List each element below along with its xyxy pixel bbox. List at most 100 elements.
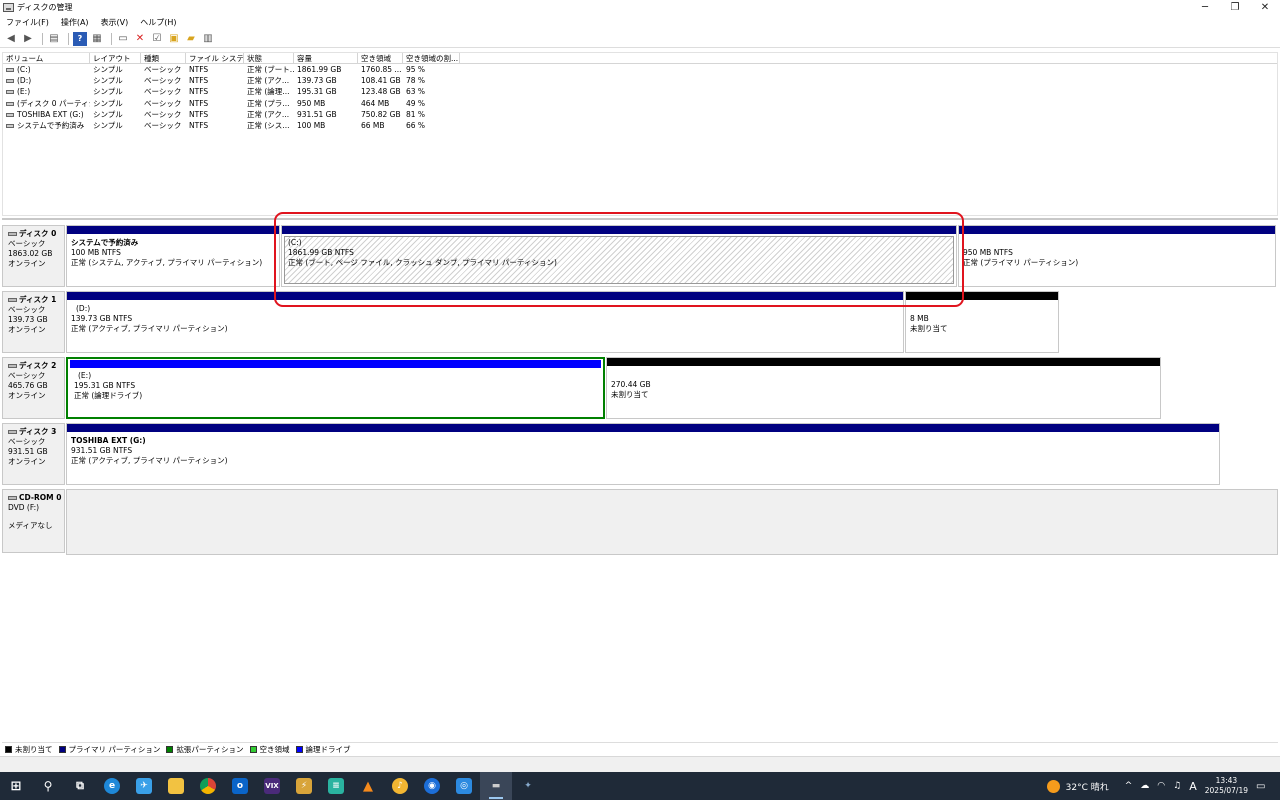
table-row[interactable]: (C:) シンプル ベーシック NTFS 正常 (ブート... 1861.99 GB 176…: [3, 64, 1277, 75]
tool-button[interactable]: ⚡: [288, 772, 320, 800]
col-capacity[interactable]: 容量: [294, 53, 358, 63]
table-cell: 139.73 GB: [297, 76, 337, 86]
table-cell: 正常 (論理...: [247, 87, 290, 97]
status-bar: [0, 756, 1280, 772]
swatch: [58, 745, 66, 753]
toolbar-separator: [42, 32, 43, 45]
col-status[interactable]: 状態: [244, 53, 294, 63]
clock-date: 2025/07/19: [1204, 786, 1248, 795]
col-free-space[interactable]: 空き領域: [358, 53, 403, 63]
disk-status: オンライン: [8, 325, 46, 334]
ime-indicator[interactable]: A: [1189, 780, 1197, 793]
disk-status: オンライン: [8, 457, 46, 466]
col-type[interactable]: 種類: [141, 53, 186, 63]
disk-name: ディスク 1: [19, 295, 57, 304]
menu-view[interactable]: 表示(V): [101, 17, 129, 28]
table-cell: ベーシック: [144, 76, 182, 86]
col-filesystem[interactable]: ファイル システム: [186, 53, 244, 63]
disk-management-taskbar-button[interactable]: ▬: [480, 772, 512, 800]
vix-button[interactable]: VIX: [256, 772, 288, 800]
start-button[interactable]: ⊞: [0, 772, 32, 800]
delete-icon[interactable]: ✕: [133, 32, 147, 46]
task-view-button[interactable]: ⧉: [64, 772, 96, 800]
app2-button[interactable]: ◉: [416, 772, 448, 800]
chevron-up-icon[interactable]: ^: [1125, 781, 1133, 791]
col-layout[interactable]: レイアウト: [90, 53, 141, 63]
help-icon[interactable]: ?: [73, 31, 87, 46]
partition-g-drive[interactable]: TOSHIBA EXT (G:) 931.51 GB NTFS 正常 (アクティ…: [66, 423, 1220, 485]
table-cell: NTFS: [189, 65, 209, 74]
forward-arrow-icon[interactable]: ▶: [21, 32, 35, 46]
notification-icon[interactable]: ▭: [1256, 781, 1274, 792]
window-title: ディスクの管理: [17, 3, 73, 12]
disk-3-label[interactable]: ディスク 3 ベーシック 931.51 GB オンライン: [2, 423, 65, 485]
edge-button[interactable]: e: [96, 772, 128, 800]
app4-button[interactable]: ✦: [512, 772, 544, 800]
settings-icon[interactable]: ▥: [201, 32, 215, 46]
menu-action[interactable]: 操作(A): [61, 17, 89, 28]
partition-name: TOSHIBA EXT (G:): [71, 436, 146, 445]
vix-icon: VIX: [264, 778, 280, 794]
cdrom-label[interactable]: CD-ROM 0 DVD (F:) メディアなし: [2, 489, 65, 553]
disk-icon: [8, 430, 17, 434]
network-icon[interactable]: ☁: [1140, 781, 1149, 791]
wifi-icon[interactable]: ◠: [1157, 781, 1165, 791]
search-button[interactable]: ⚲: [32, 772, 64, 800]
new-volume-icon[interactable]: ▣: [167, 32, 181, 46]
vlc-button[interactable]: ▲: [352, 772, 384, 800]
table-cell: シンプル: [93, 109, 123, 119]
table-cell: 81 %: [406, 109, 426, 119]
partition-system-reserved[interactable]: システムで予約済み 100 MB NTFS 正常 (システム, アクティブ, プ…: [66, 225, 280, 287]
table-cell: NTFS: [189, 87, 209, 97]
volume-icon[interactable]: ♫: [1173, 781, 1181, 791]
close-button[interactable]: ✕: [1250, 0, 1280, 15]
editor-button[interactable]: ≡: [320, 772, 352, 800]
col-free-percent[interactable]: 空き領域の割...: [403, 53, 460, 63]
back-arrow-icon[interactable]: ◀: [4, 32, 18, 46]
maximize-button[interactable]: ❐: [1220, 0, 1250, 15]
table-row[interactable]: (ディスク 0 パーティシ...シンプル ベーシック NTFS 正常 (プラ... 95…: [3, 98, 1277, 109]
legend-label: プライマリ パーティション: [68, 744, 161, 754]
minimize-button[interactable]: ─: [1190, 0, 1220, 15]
volume-name: (ディスク 0 パーティシ...: [17, 98, 90, 108]
disk-status: オンライン: [8, 391, 46, 400]
toolbar-separator: [111, 32, 112, 45]
table-cell: 66 MB: [361, 120, 385, 130]
system-tray: 32°C 晴れ ^ ☁ ◠ ♫ A 13:43 2025/07/19 ▭: [1046, 772, 1280, 800]
partition-status: 未割り当て: [910, 324, 948, 333]
volume-name: (E:): [17, 87, 31, 97]
partition-recovery[interactable]: 950 MB NTFS 正常 (プライマリ パーティション): [958, 225, 1276, 287]
disk-icon: [8, 232, 17, 236]
folder-icon[interactable]: ▰: [184, 32, 198, 46]
clock[interactable]: 13:43 2025/07/19: [1205, 776, 1248, 796]
partition-status: 正常 (アクティブ, プライマリ パーティション): [71, 456, 228, 465]
outlook-button[interactable]: o: [224, 772, 256, 800]
table-row[interactable]: (D:) シンプル ベーシック NTFS 正常 (アク... 139.73 GB 108.4…: [3, 75, 1277, 86]
properties-list-icon[interactable]: ▦: [90, 32, 104, 46]
table-cell: (ディスク 0 パーティシ...: [3, 98, 90, 109]
disk-1-label[interactable]: ディスク 1 ベーシック 139.73 GB オンライン: [2, 291, 65, 353]
table-row[interactable]: (E:) シンプル ベーシック NTFS 正常 (論理... 195.31 GB 123.4…: [3, 86, 1277, 97]
partition-unallocated-disk2[interactable]: 270.44 GB 未割り当て: [606, 357, 1161, 419]
disk-2-label[interactable]: ディスク 2 ベーシック 465.76 GB オンライン: [2, 357, 65, 419]
col-volume[interactable]: ボリューム: [3, 53, 90, 63]
table-cell: 108.41 GB: [361, 76, 401, 86]
app-button[interactable]: ✈: [128, 772, 160, 800]
partition-e-drive[interactable]: (E:) 195.31 GB NTFS 正常 (論理ドライブ): [66, 357, 605, 419]
check-icon[interactable]: ☑: [150, 32, 164, 46]
console-tree-icon[interactable]: ▤: [47, 32, 61, 46]
table-row[interactable]: TOSHIBA EXT (G:) シンプル ベーシック NTFS 正常 (アク... 93…: [3, 109, 1277, 120]
table-row[interactable]: システムで予約済み シンプル ベーシック NTFS 正常 (シス... 100 MB 66 …: [3, 120, 1277, 131]
chrome-button[interactable]: [192, 772, 224, 800]
disk-0-label[interactable]: ディスク 0 ベーシック 1863.02 GB オンライン: [2, 225, 65, 287]
connect-disk-icon[interactable]: ▭: [116, 32, 130, 46]
media-button[interactable]: ♪: [384, 772, 416, 800]
explorer-button[interactable]: [160, 772, 192, 800]
weather-widget[interactable]: 32°C 晴れ: [1046, 779, 1109, 793]
volume-icon: [6, 112, 14, 117]
app3-button[interactable]: ◎: [448, 772, 480, 800]
partition-status: 正常 (論理ドライブ): [74, 391, 143, 400]
menu-file[interactable]: ファイル(F): [6, 17, 49, 28]
disk-name: ディスク 0: [19, 229, 57, 238]
menu-help[interactable]: ヘルプ(H): [140, 17, 176, 28]
